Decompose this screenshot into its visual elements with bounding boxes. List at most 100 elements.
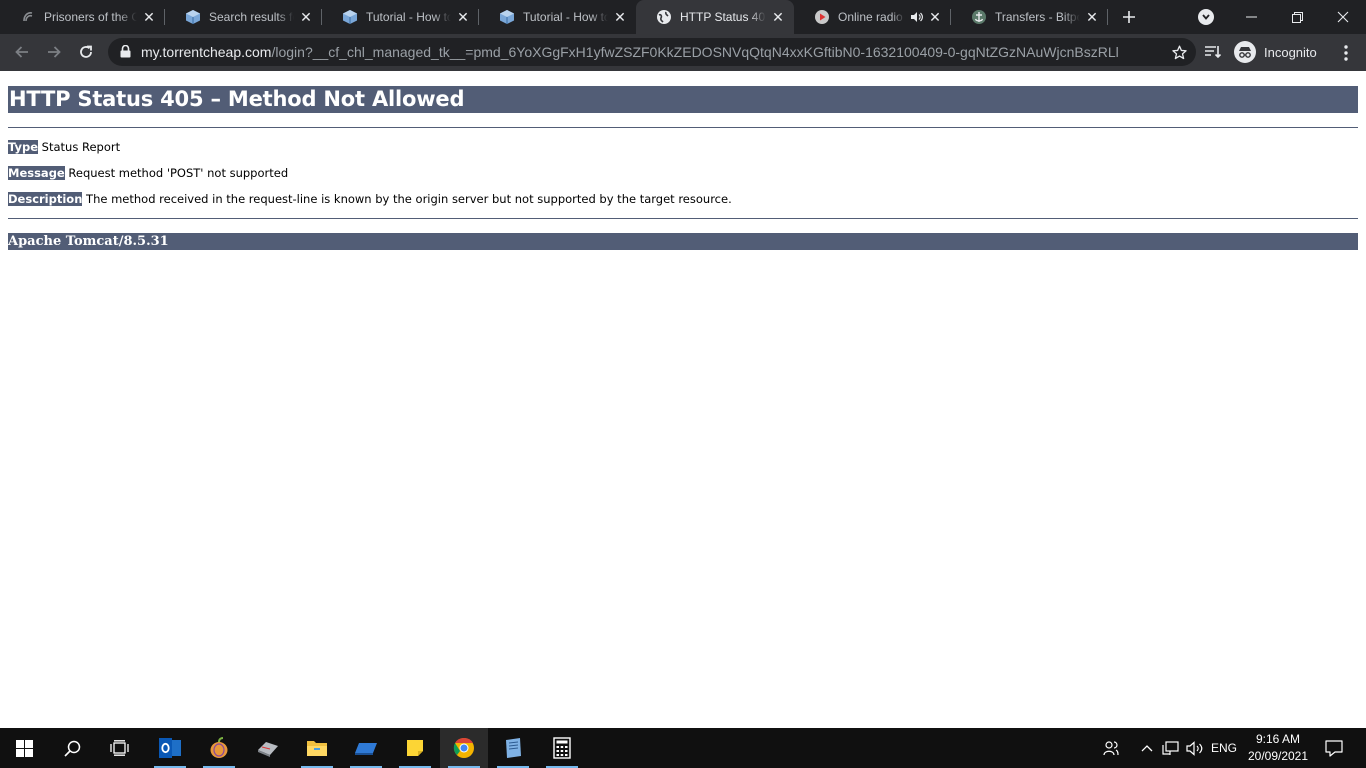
reload-button[interactable]	[74, 40, 98, 64]
sticky-notes-app[interactable]	[391, 728, 439, 768]
tab-title: HTTP Status 405 -	[680, 10, 766, 24]
play-icon	[814, 9, 830, 25]
drive-icon	[355, 743, 377, 755]
calculator-icon	[553, 737, 571, 759]
speaker-icon[interactable]	[909, 10, 923, 24]
tab-tutorial-2[interactable]: Tutorial - How to ✕	[479, 0, 636, 34]
server-footer-bar: Apache Tomcat/8.5.31	[8, 233, 1358, 250]
tab-http-status-405[interactable]: HTTP Status 405 - ✕	[636, 0, 794, 34]
tab-search-button[interactable]	[1198, 9, 1214, 25]
description-value: The method received in the request-line …	[82, 192, 732, 206]
close-window-button[interactable]	[1320, 0, 1366, 34]
box-icon	[499, 9, 515, 25]
url-host: my.torrentcheap.com	[141, 44, 272, 60]
restore-button[interactable]	[1274, 0, 1320, 34]
box-icon	[342, 9, 358, 25]
tor-browser-app[interactable]	[195, 728, 243, 768]
close-icon[interactable]: ✕	[770, 9, 786, 25]
search-button[interactable]	[48, 728, 96, 768]
windows-logo-icon	[15, 739, 33, 757]
browser-toolbar: my.torrentcheap.com/login?__cf_chl_manag…	[0, 34, 1366, 71]
sticky-note-icon	[407, 740, 423, 756]
tab-transfers-bitport[interactable]: Transfers - Bitpor ✕	[951, 0, 1108, 34]
back-button[interactable]	[10, 40, 34, 64]
tab-title: Prisoners of the G	[44, 10, 137, 24]
close-icon[interactable]: ✕	[612, 9, 628, 25]
tab-title: Online radio	[838, 10, 903, 24]
tab-title: Transfers - Bitpor	[995, 10, 1080, 24]
close-icon[interactable]: ✕	[1084, 9, 1100, 25]
message-value: Request method 'POST' not supported	[64, 166, 289, 180]
message-row: Message Request method 'POST' not suppor…	[8, 166, 288, 181]
url-text[interactable]: my.torrentcheap.com/login?__cf_chl_manag…	[141, 44, 1151, 60]
notepad-icon	[506, 738, 521, 758]
incognito-label: Incognito	[1264, 44, 1317, 60]
description-label: Description	[8, 192, 83, 206]
tab-title: Tutorial - How to	[523, 10, 608, 24]
tab-search-results[interactable]: Search results for ✕	[165, 0, 322, 34]
scanner-icon	[258, 742, 278, 757]
task-view-button[interactable]	[96, 728, 144, 768]
message-label: Message	[8, 166, 65, 180]
chevron-up-icon[interactable]	[1137, 728, 1157, 768]
scanner-app[interactable]	[244, 728, 292, 768]
tab-title: Tutorial - How to	[366, 10, 451, 24]
page-title: HTTP Status 405 – Method Not Allowed	[9, 87, 465, 111]
description-row: Description The method received in the r…	[8, 192, 732, 207]
start-button[interactable]	[0, 728, 48, 768]
onion-icon	[210, 737, 228, 758]
task-view-icon	[110, 740, 129, 756]
arrow-right-icon	[48, 46, 61, 58]
close-icon[interactable]: ✕	[141, 9, 157, 25]
calculator-app[interactable]	[538, 728, 586, 768]
web-icon	[20, 9, 36, 25]
lock-icon[interactable]	[120, 44, 131, 63]
box-icon	[185, 9, 201, 25]
menu-kebab-icon[interactable]	[1338, 44, 1354, 62]
drive-app[interactable]	[342, 728, 390, 768]
globe-icon	[656, 9, 672, 25]
tab-title: Search results for	[209, 10, 294, 24]
new-tab-button[interactable]	[1118, 6, 1140, 28]
clock-date: 20/09/2021	[1247, 749, 1309, 763]
divider	[8, 218, 1358, 219]
chrome-icon	[453, 737, 474, 758]
bookmark-star-icon[interactable]	[1170, 43, 1188, 61]
system-clock[interactable]: 9:16 AM 20/09/2021	[1244, 731, 1312, 765]
clock-time: 9:16 AM	[1255, 732, 1301, 746]
reading-list-icon[interactable]	[1204, 44, 1222, 62]
anchor-icon	[971, 9, 987, 25]
tab-online-radio[interactable]: Online radio ✕	[794, 0, 951, 34]
outlook-icon	[159, 738, 181, 758]
arrow-left-icon	[15, 46, 28, 58]
tab-prisoners[interactable]: Prisoners of the G ✕	[0, 0, 165, 34]
tab-strip: Prisoners of the G ✕ Search results for …	[0, 0, 1366, 34]
type-row: Type Status Report	[8, 140, 120, 155]
notepad-app[interactable]	[489, 728, 537, 768]
tab-tutorial-1[interactable]: Tutorial - How to ✕	[322, 0, 479, 34]
divider	[8, 127, 1358, 128]
forward-button[interactable]	[42, 40, 66, 64]
network-icon[interactable]	[1160, 728, 1182, 768]
chrome-app[interactable]	[440, 728, 488, 768]
volume-icon[interactable]	[1184, 728, 1206, 768]
outlook-app[interactable]	[146, 728, 194, 768]
reload-icon	[80, 45, 92, 58]
minimize-button[interactable]	[1228, 0, 1274, 34]
file-explorer-app[interactable]	[293, 728, 341, 768]
type-value: Status Report	[38, 140, 121, 154]
address-bar[interactable]: my.torrentcheap.com/login?__cf_chl_manag…	[108, 38, 1196, 66]
incognito-profile-button[interactable]: Incognito	[1234, 40, 1317, 64]
notification-icon[interactable]	[1318, 728, 1350, 768]
close-icon[interactable]: ✕	[927, 9, 943, 25]
page-content: HTTP Status 405 – Method Not Allowed Typ…	[0, 71, 1366, 728]
search-icon	[63, 740, 80, 757]
page-heading-bar: HTTP Status 405 – Method Not Allowed	[8, 86, 1358, 113]
language-indicator[interactable]: ENG	[1208, 728, 1240, 768]
people-icon[interactable]	[1099, 728, 1123, 768]
windows-taskbar: ENG 9:16 AM 20/09/2021	[0, 728, 1366, 768]
close-icon[interactable]: ✕	[298, 9, 314, 25]
incognito-icon	[1234, 41, 1256, 63]
close-icon[interactable]: ✕	[455, 9, 471, 25]
folder-icon	[307, 741, 327, 756]
